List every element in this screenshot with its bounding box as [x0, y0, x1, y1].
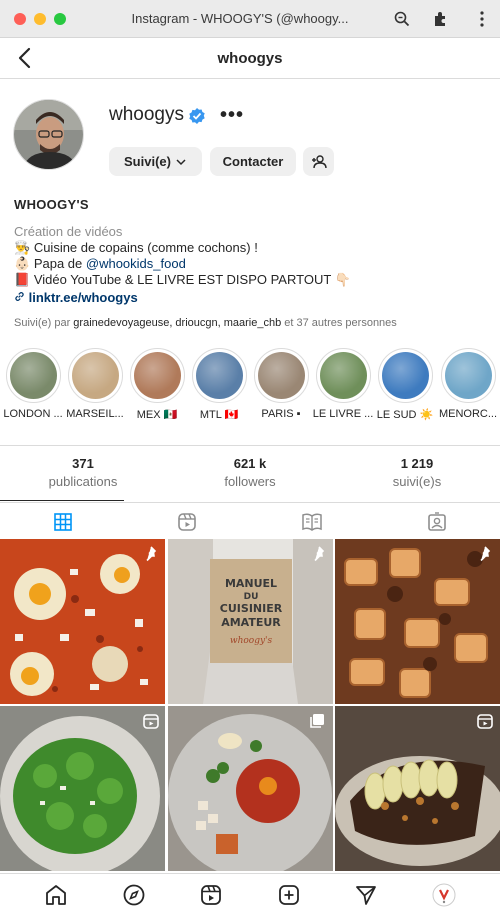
book-title-line-4: AMATEUR — [221, 616, 281, 629]
post-shakshuka[interactable] — [0, 539, 165, 704]
minimize-window-button[interactable] — [34, 13, 46, 25]
highlight-label: MARSEIL... — [66, 408, 124, 420]
header-username: whoogys — [217, 50, 283, 67]
post-manuel-cuisinier-amateur[interactable]: MANUEL DU CUISINIER AMATEUR whoogy's — [168, 539, 333, 704]
zoom-icon[interactable] — [392, 9, 412, 29]
pin-icon — [310, 545, 328, 563]
bio-line-2: 👶🏻 Papa de @whookids_food — [14, 256, 186, 271]
book-emoji-icon: 📕 — [14, 272, 31, 287]
highlight-label: LE SUD ☀️ — [376, 409, 434, 421]
reels-icon[interactable] — [176, 511, 198, 533]
carousel-icon — [308, 712, 326, 730]
story-highlight[interactable]: PARIS ▪ — [250, 348, 312, 420]
post-green-gnocchi[interactable] — [0, 706, 165, 871]
story-highlight[interactable]: MARSEIL... — [64, 348, 126, 420]
highlight-cover — [377, 348, 433, 403]
avatar[interactable] — [13, 99, 84, 170]
reels-nav-icon[interactable] — [199, 883, 223, 907]
highlight-cover — [129, 348, 185, 403]
pointing-down-emoji-icon: 👇🏻 — [334, 272, 351, 287]
active-stat-underline — [0, 500, 124, 501]
new-post-icon[interactable] — [277, 883, 301, 907]
following-button[interactable]: Suivi(e) — [109, 147, 202, 176]
story-highlight[interactable]: LONDON ... — [2, 348, 64, 420]
book-brand: whoogy's — [230, 636, 273, 646]
story-highlight[interactable]: MTL 🇨🇦 — [188, 348, 250, 421]
highlight-label: PARIS ▪ — [261, 408, 301, 420]
story-highlight[interactable]: LE SUD ☀️ — [374, 348, 436, 421]
highlight-label: MEX 🇲🇽 — [136, 409, 178, 421]
book-title-line-3: CUISINIER — [220, 602, 283, 615]
explore-icon[interactable] — [122, 883, 146, 907]
window-title: Instagram - WHOOGY'S (@whoogy... — [131, 11, 349, 26]
pin-icon — [142, 545, 160, 563]
pin-icon — [476, 545, 494, 563]
story-highlight[interactable]: MEX 🇲🇽 — [126, 348, 188, 421]
highlight-cover — [191, 348, 247, 403]
suggested-users-button[interactable] — [303, 147, 334, 176]
profile-avatar-icon[interactable] — [432, 883, 456, 907]
post-rigatoni-ragu[interactable] — [335, 539, 500, 704]
link-icon — [15, 292, 24, 301]
bio-name: WHOOGY'S — [14, 197, 89, 212]
bio-line-3: 📕 Vidéo YouTube & LE LIVRE EST DISPO PAR… — [14, 272, 351, 287]
direct-messages-icon[interactable] — [354, 883, 378, 907]
bio-link[interactable]: linktr.ee/whoogys — [14, 290, 138, 305]
highlight-cover — [67, 348, 123, 403]
more-menu-icon[interactable] — [472, 9, 492, 29]
profile-header: whoogys — [0, 38, 500, 79]
highlight-cover — [315, 348, 371, 403]
add-user-icon — [311, 154, 327, 168]
more-options-icon[interactable]: ••• — [220, 104, 244, 127]
bio-line-1: 👨‍🍳 Cuisine de copains (comme cochons) ! — [14, 240, 258, 255]
highlight-cover — [253, 348, 309, 403]
highlight-cover — [5, 348, 61, 403]
tagged-icon[interactable] — [426, 511, 448, 533]
window-titlebar: Instagram - WHOOGY'S (@whoogy... — [0, 0, 500, 38]
followers-count[interactable]: 621 k followers — [167, 456, 333, 489]
post-tartare-plate[interactable] — [168, 706, 333, 871]
highlight-label: LONDON ... — [3, 408, 63, 420]
guide-icon[interactable] — [301, 511, 323, 533]
zoom-window-button[interactable] — [54, 13, 66, 25]
verified-badge-icon — [188, 107, 206, 125]
bottom-navigation — [0, 873, 500, 917]
following-count[interactable]: 1 219 suivi(e)s — [334, 456, 500, 489]
baby-emoji-icon: 👶🏻 — [14, 256, 31, 271]
reel-icon — [476, 712, 494, 730]
followed-by-text[interactable]: Suivi(e) par grainedevoyageuse, drioucgn… — [14, 317, 397, 329]
home-icon[interactable] — [44, 883, 68, 907]
posts-count[interactable]: 371 publications — [0, 456, 166, 489]
story-highlight[interactable]: LE LIVRE ... — [312, 348, 374, 420]
grid-icon[interactable] — [52, 511, 74, 533]
chevron-down-icon — [176, 158, 186, 165]
bio-category: Création de vidéos — [14, 224, 123, 239]
profile-username: whoogys — [109, 104, 184, 125]
highlight-cover — [440, 348, 496, 403]
highlight-label: LE LIVRE ... — [312, 408, 374, 420]
mention-link[interactable]: @whookids_food — [86, 256, 186, 271]
profile-tabs — [0, 502, 500, 538]
highlight-label: MTL 🇨🇦 — [199, 409, 239, 421]
extensions-icon[interactable] — [431, 9, 451, 29]
chef-emoji-icon: 👨‍🍳 — [14, 240, 31, 255]
story-highlight[interactable]: MENORC... — [437, 348, 499, 420]
highlight-label: MENORC... — [438, 408, 498, 420]
reel-icon — [142, 712, 160, 730]
close-window-button[interactable] — [14, 13, 26, 25]
book-title-line-2: DU — [244, 592, 259, 602]
following-label: Suivi(e) — [124, 154, 171, 169]
book-title-line-1: MANUEL — [225, 577, 277, 590]
contact-button[interactable]: Contacter — [210, 147, 296, 176]
profile-stats: 371 publications 621 k followers 1 219 s… — [0, 445, 500, 502]
post-pear-toast[interactable] — [335, 706, 500, 871]
